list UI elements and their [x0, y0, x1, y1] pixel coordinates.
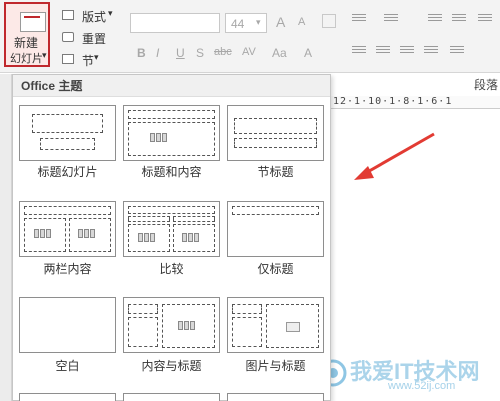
- new-slide-dropdown-icon[interactable]: ▾: [42, 50, 47, 61]
- layout-thumbnail-title-only[interactable]: [227, 201, 324, 257]
- font-size-value: 44: [231, 17, 245, 31]
- grow-font-button[interactable]: A: [276, 14, 285, 30]
- line-spacing-icon[interactable]: [478, 14, 492, 24]
- reset-icon: [62, 32, 74, 42]
- layout-label: 版式: [82, 10, 107, 24]
- underline-button[interactable]: U: [176, 46, 185, 60]
- clear-format-icon[interactable]: [322, 14, 336, 28]
- new-slide-icon: [20, 12, 46, 32]
- layout-label: 仅标题: [257, 262, 294, 276]
- layout-gallery: Office 主题 标题幻灯片 标题和内容 节标题 两栏内容 比较 仅标题 空白…: [12, 74, 331, 401]
- bold-button[interactable]: B: [137, 46, 146, 60]
- italic-button[interactable]: I: [156, 46, 159, 60]
- layout-label: 内容与标题: [141, 359, 202, 373]
- layout-thumbnail-two-content[interactable]: [19, 201, 116, 257]
- layout-thumbnail-content-caption[interactable]: [123, 297, 220, 353]
- paragraph-group-label: 段落: [474, 78, 499, 92]
- layout-thumbnail-comparison[interactable]: [123, 201, 220, 257]
- reset-label: 重置: [82, 32, 107, 46]
- new-slide-button[interactable]: 新建 幻灯片 ▾: [4, 2, 50, 67]
- layout-thumbnail-section-header[interactable]: [227, 105, 324, 161]
- layout-label: 标题幻灯片: [37, 165, 98, 179]
- chevron-down-icon: ▾: [108, 8, 113, 18]
- justify-icon[interactable]: [424, 46, 438, 56]
- font-name-field[interactable]: [130, 13, 220, 33]
- ribbon: 新建 幻灯片 ▾ 版式 ▾ 重置 节 ▾ 44 ▾ A A B I U S ab…: [0, 0, 500, 92]
- layout-label: 比较: [159, 262, 184, 276]
- watermark-url: www.52ij.com: [388, 380, 456, 392]
- bullets-icon[interactable]: [352, 14, 366, 24]
- horizontal-ruler: 12·1·10·1·8·1·6·1: [331, 96, 500, 109]
- layout-thumbnail-partial[interactable]: [227, 393, 324, 401]
- align-center-icon[interactable]: [376, 46, 390, 56]
- picture-placeholder-icon: [286, 322, 300, 332]
- layout-thumbnail-picture-caption[interactable]: [227, 297, 324, 353]
- align-left-icon[interactable]: [352, 46, 366, 56]
- layout-label: 空白: [55, 359, 80, 373]
- shadow-button[interactable]: S: [196, 46, 204, 60]
- character-spacing-button[interactable]: AV: [242, 46, 256, 58]
- gallery-header: Office 主题: [13, 75, 330, 97]
- section-button[interactable]: 节 ▾: [60, 52, 120, 68]
- ruler-ticks: 12·1·10·1·8·1·6·1: [333, 96, 453, 107]
- new-slide-label-line2: 幻灯片: [10, 53, 43, 65]
- layout-button[interactable]: 版式 ▾: [60, 8, 120, 24]
- columns-icon[interactable]: [450, 46, 464, 56]
- layout-label: 节标题: [257, 165, 294, 179]
- align-right-icon[interactable]: [400, 46, 414, 56]
- watermark: 我爱IT技术网 www.52ij.com: [318, 352, 498, 396]
- layout-thumbnail-partial[interactable]: [19, 393, 116, 401]
- new-slide-label-line1: 新建: [14, 36, 39, 50]
- strikethrough-button[interactable]: abc: [214, 46, 232, 58]
- font-size-field[interactable]: 44 ▾: [225, 13, 267, 33]
- layout-thumbnail-blank[interactable]: [19, 297, 116, 353]
- reset-button[interactable]: 重置: [60, 30, 120, 46]
- layout-thumbnail-partial[interactable]: [123, 393, 220, 401]
- section-label: 节: [82, 54, 95, 68]
- layout-label: 两栏内容: [43, 262, 92, 276]
- annotation-arrow: [354, 132, 435, 180]
- layout-thumbnail-title-content[interactable]: [123, 105, 220, 161]
- shrink-font-button[interactable]: A: [298, 16, 305, 28]
- layout-label: 标题和内容: [141, 165, 202, 179]
- slide-pane-scrollbar[interactable]: [0, 74, 12, 401]
- increase-indent-icon[interactable]: [452, 14, 466, 24]
- decrease-indent-icon[interactable]: [428, 14, 442, 24]
- chevron-down-icon: ▾: [94, 52, 99, 62]
- chevron-down-icon: ▾: [256, 17, 261, 27]
- numbering-icon[interactable]: [384, 14, 398, 24]
- layout-icon: [62, 10, 74, 20]
- section-icon: [62, 54, 74, 64]
- font-color-button[interactable]: A: [304, 46, 312, 60]
- change-case-button[interactable]: Aa: [272, 46, 287, 60]
- layout-label: 图片与标题: [245, 359, 306, 373]
- layout-thumbnail-title-slide[interactable]: [19, 105, 116, 161]
